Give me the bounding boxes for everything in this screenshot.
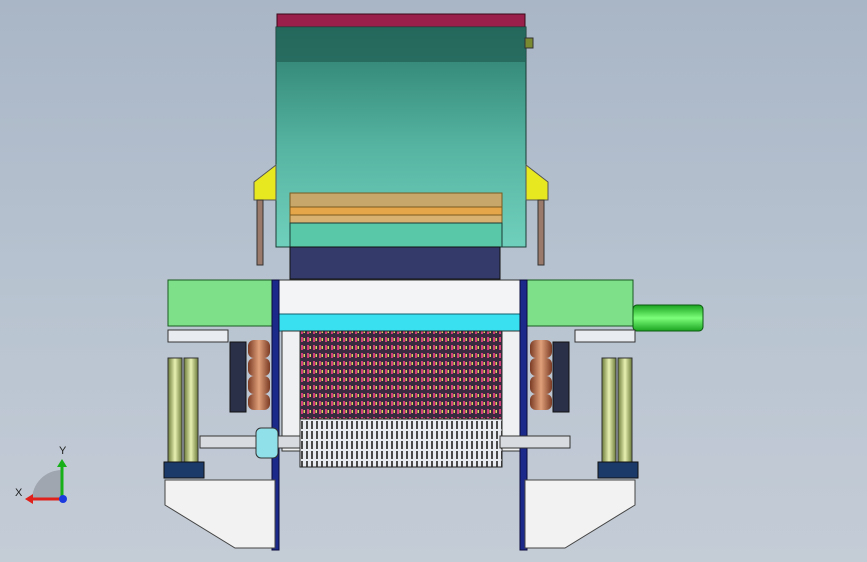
rotor-frame-left bbox=[281, 330, 301, 452]
cylinder-foot-right bbox=[597, 461, 639, 479]
triad-xy-plane bbox=[32, 470, 62, 500]
cylinder-left-a bbox=[167, 357, 183, 464]
base-left bbox=[164, 479, 276, 549]
feed-chute bbox=[289, 222, 503, 248]
platform-left bbox=[167, 279, 276, 327]
strut-left bbox=[256, 199, 264, 266]
cyan-crossbar bbox=[277, 313, 523, 332]
drive-shaft bbox=[632, 304, 704, 332]
strut-right bbox=[537, 199, 545, 266]
cylinder-right-a bbox=[601, 357, 617, 464]
right-roller-1 bbox=[530, 340, 552, 358]
platform-center bbox=[274, 279, 526, 315]
cad-viewport[interactable]: X Y bbox=[0, 0, 867, 562]
left-lower-shaft bbox=[199, 435, 301, 449]
right-lower-shaft bbox=[499, 435, 571, 449]
hopper-dark-band bbox=[276, 27, 526, 62]
chute-throat bbox=[289, 246, 501, 280]
triad-y-arrowhead bbox=[57, 459, 67, 467]
rotor-lower bbox=[299, 418, 503, 468]
left-roller-1 bbox=[248, 340, 270, 358]
feed-plate-gold bbox=[289, 192, 503, 208]
bracket-left bbox=[253, 163, 277, 201]
hopper-side-knob bbox=[524, 37, 534, 49]
rotor-assembly bbox=[281, 330, 521, 468]
hopper bbox=[275, 13, 534, 280]
cylinder-right-b bbox=[617, 357, 633, 464]
cylinder-foot-left bbox=[163, 461, 205, 479]
hopper-top-rail bbox=[276, 13, 526, 29]
right-roller-4 bbox=[530, 394, 552, 410]
triad-x-label: X bbox=[15, 487, 23, 499]
triad-y-label: Y bbox=[59, 445, 67, 457]
left-roller-3 bbox=[248, 376, 270, 394]
feed-plate-gold-2 bbox=[289, 214, 503, 224]
cylinder-mount-left bbox=[167, 329, 229, 343]
rotor-upper bbox=[299, 330, 503, 420]
base bbox=[164, 479, 636, 549]
rotor-frame-right bbox=[501, 330, 521, 452]
left-roller-4 bbox=[248, 394, 270, 410]
right-chain bbox=[552, 341, 570, 413]
triad-z-axis bbox=[59, 495, 67, 503]
right-roller-3 bbox=[530, 376, 552, 394]
left-roller-2 bbox=[248, 358, 270, 376]
bracket-right bbox=[525, 163, 549, 201]
triad-x-arrowhead bbox=[25, 494, 33, 504]
feed-plate-orange bbox=[289, 206, 503, 216]
left-lower-hub bbox=[255, 427, 279, 459]
cylinder-mount-right bbox=[574, 329, 636, 343]
left-chain bbox=[229, 341, 247, 413]
base-right bbox=[524, 479, 636, 549]
right-roller-2 bbox=[530, 358, 552, 376]
cylinder-left-b bbox=[183, 357, 199, 464]
axis-triad: X Y bbox=[15, 445, 67, 504]
platform-right bbox=[524, 279, 634, 327]
